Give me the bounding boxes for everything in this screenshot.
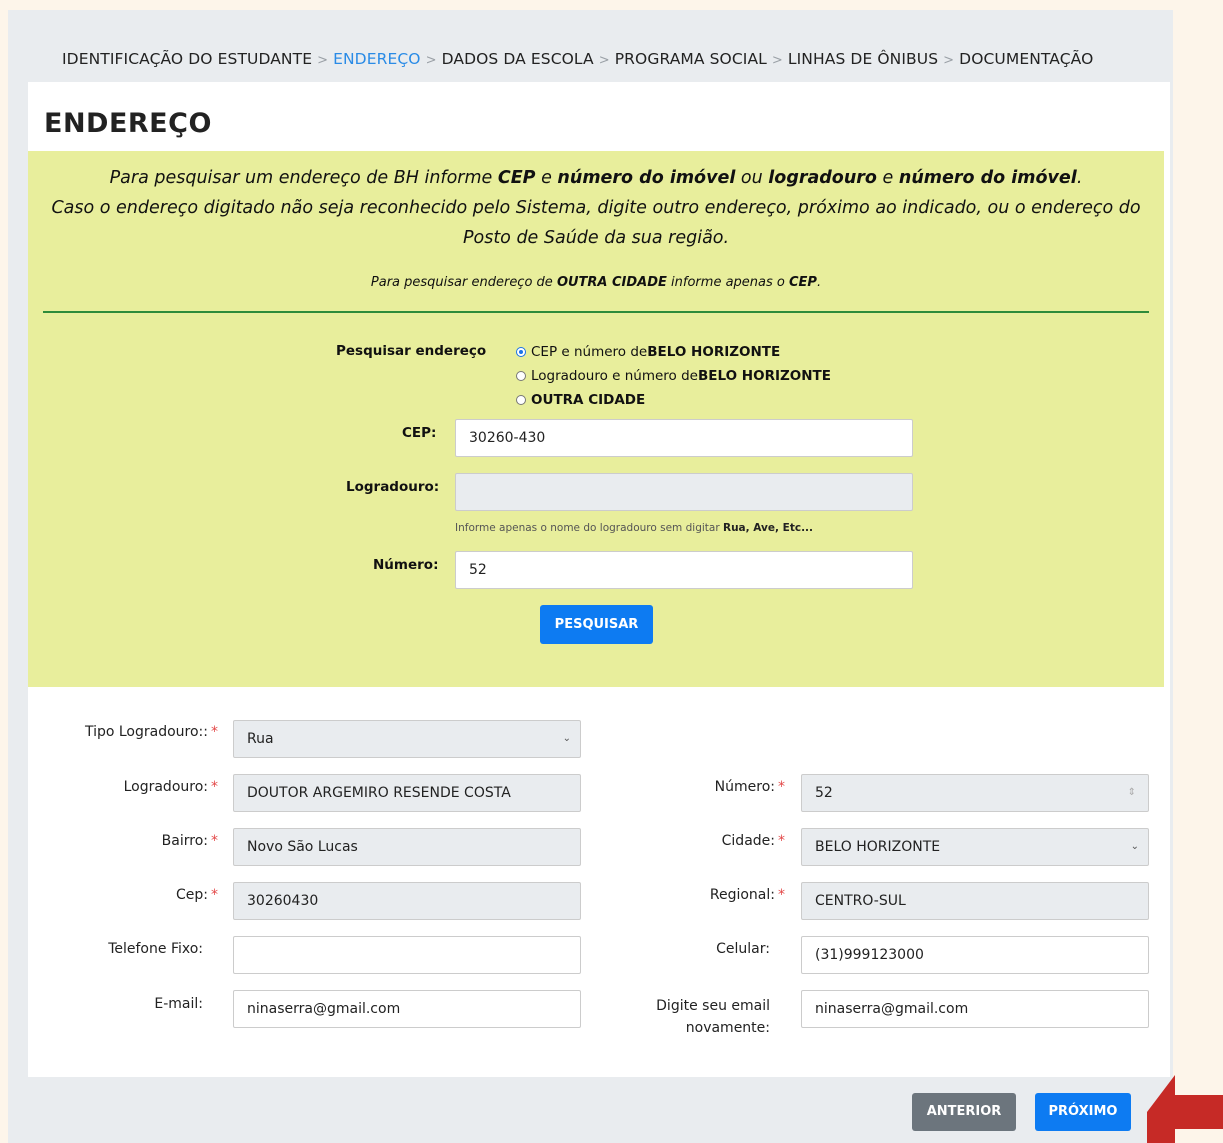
number-spinner-icon[interactable]: ⇕ <box>1128 775 1136 811</box>
crumb-identificacao[interactable]: IDENTIFICAÇÃO DO ESTUDANTE <box>62 50 312 68</box>
bairro-field[interactable]: Novo São Lucas <box>233 828 581 866</box>
cidade-label: Cidade: * <box>721 833 785 849</box>
crumb-separator: > <box>317 53 329 68</box>
chevron-down-icon: ⌄ <box>1130 841 1139 852</box>
chevron-down-icon: ⌄ <box>562 733 571 744</box>
email-confirm-field[interactable]: ninaserra@gmail.com <box>801 990 1149 1028</box>
crumb-linhas-onibus[interactable]: LINHAS DE ÔNIBUS <box>788 50 938 68</box>
search-mode-label: Pesquisar endereço <box>336 343 487 359</box>
crumb-separator: > <box>425 53 437 68</box>
pesquisar-button[interactable]: PESQUISAR <box>540 605 653 644</box>
radio-label-bold: BELO HORIZONTE <box>697 368 831 384</box>
cep-search-label: CEP: <box>402 425 437 441</box>
radio-cep-bh[interactable]: CEP e número de BELO HORIZONTE <box>516 344 780 360</box>
email-field[interactable]: ninaserra@gmail.com <box>233 990 581 1028</box>
telefone-field[interactable] <box>233 936 581 974</box>
email-label: E-mail: <box>154 996 203 1012</box>
page-title: ENDEREÇO <box>44 108 212 139</box>
crumb-dados-escola[interactable]: DADOS DA ESCOLA <box>442 50 594 68</box>
celular-field[interactable]: (31)999123000 <box>801 936 1149 974</box>
radio-logradouro-bh[interactable]: Logradouro e número de BELO HORIZONTE <box>516 368 831 384</box>
radio-label: CEP e número de <box>531 344 648 360</box>
crumb-endereco[interactable]: ENDEREÇO <box>333 50 421 68</box>
logradouro-hint: Informe apenas o nome do logradouro sem … <box>455 522 814 534</box>
bairro-label: Bairro: * <box>161 833 218 849</box>
logradouro-search-label: Logradouro: <box>346 479 440 495</box>
radio-label: Logradouro e número de <box>531 368 698 384</box>
radio-label-bold: BELO HORIZONTE <box>647 344 781 360</box>
radio-unchecked-icon[interactable] <box>516 371 526 381</box>
crumb-separator: > <box>943 53 955 68</box>
cidade-select[interactable]: BELO HORIZONTE ⌄ <box>801 828 1149 866</box>
crumb-documentacao[interactable]: DOCUMENTAÇÃO <box>959 50 1093 68</box>
instruction-line-2: Caso o endereço digitado não seja reconh… <box>51 198 1141 248</box>
crumb-separator: > <box>598 53 610 68</box>
cep-label: Cep: * <box>176 887 218 903</box>
radio-label-bold: OUTRA CIDADE <box>531 392 646 408</box>
instruction-line-1: Para pesquisar um endereço de BH informe… <box>109 168 1083 188</box>
radio-outra-cidade[interactable]: OUTRA CIDADE <box>516 392 645 408</box>
regional-field[interactable]: CENTRO-SUL <box>801 882 1149 920</box>
other-city-instruction: Para pesquisar endereço de OUTRA CIDADE … <box>370 275 822 290</box>
radio-unchecked-icon[interactable] <box>516 395 526 405</box>
tipo-logradouro-select[interactable]: Rua ⌄ <box>233 720 581 758</box>
anterior-button[interactable]: ANTERIOR <box>912 1093 1016 1131</box>
tipo-logradouro-label: Tipo Logradouro:: * <box>84 724 218 740</box>
cep-search-input[interactable]: 30260-430 <box>455 419 913 457</box>
logradouro-label: Logradouro: * <box>123 779 218 795</box>
pointer-arrow-icon <box>1147 1075 1223 1143</box>
telefone-label: Telefone Fixo: <box>108 941 203 957</box>
search-instructions: Para pesquisar um endereço de BH informe… <box>28 163 1164 253</box>
celular-label: Celular: <box>716 941 770 957</box>
logradouro-field[interactable]: DOUTOR ARGEMIRO RESENDE COSTA <box>233 774 581 812</box>
numero-field[interactable]: 52 ⇕ <box>801 774 1149 812</box>
cep-field[interactable]: 30260430 <box>233 882 581 920</box>
crumb-programa-social[interactable]: PROGRAMA SOCIAL <box>615 50 767 68</box>
numero-search-label: Número: <box>373 557 439 573</box>
breadcrumb: IDENTIFICAÇÃO DO ESTUDANTE > ENDEREÇO > DADO… <box>62 50 1093 68</box>
radio-checked-icon[interactable] <box>516 347 526 357</box>
proximo-button[interactable]: PRÓXIMO <box>1035 1093 1131 1131</box>
regional-label: Regional: * <box>709 887 785 903</box>
numero-search-input[interactable]: 52 <box>455 551 913 589</box>
section-divider <box>43 311 1149 313</box>
numero-label: Número: * <box>714 779 785 795</box>
logradouro-search-input[interactable] <box>455 473 913 511</box>
email-confirm-label: Digite seu email novamente: <box>656 998 770 1036</box>
crumb-separator: > <box>771 53 783 68</box>
